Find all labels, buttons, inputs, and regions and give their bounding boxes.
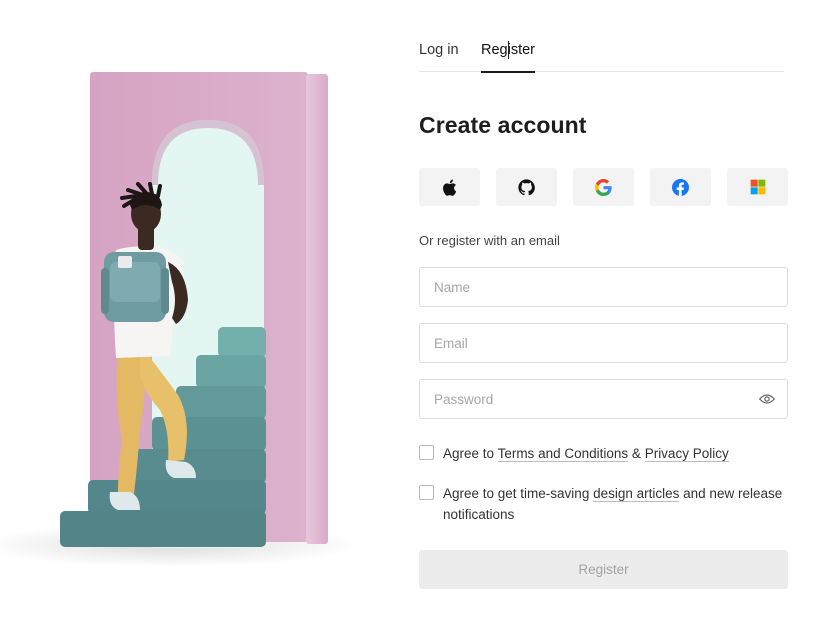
facebook-icon bbox=[672, 178, 689, 196]
newsletter-agreement-text: Agree to get time-saving design articles… bbox=[443, 483, 789, 525]
github-signin-button[interactable] bbox=[496, 168, 557, 206]
design-articles-link[interactable]: design articles bbox=[593, 486, 680, 502]
newsletter-prefix-text: Agree to get time-saving bbox=[443, 486, 590, 501]
microsoft-signin-button[interactable] bbox=[727, 168, 788, 206]
tab-login[interactable]: Log in bbox=[419, 42, 459, 72]
name-input[interactable] bbox=[420, 268, 787, 306]
github-icon bbox=[518, 178, 535, 195]
apple-signin-button[interactable] bbox=[419, 168, 480, 206]
password-field bbox=[419, 379, 788, 419]
facebook-signin-button[interactable] bbox=[650, 168, 711, 206]
terms-agreement-row: Agree to Terms and Conditions & Privacy … bbox=[419, 443, 789, 464]
terms-prefix-text: Agree to bbox=[443, 446, 495, 461]
privacy-policy-link[interactable]: Privacy Policy bbox=[644, 446, 729, 462]
newsletter-checkbox[interactable] bbox=[419, 485, 434, 500]
apple-icon bbox=[443, 179, 457, 196]
email-field bbox=[419, 323, 788, 363]
text-cursor bbox=[508, 41, 509, 59]
email-register-caption: Or register with an email bbox=[419, 233, 560, 248]
show-password-icon[interactable] bbox=[758, 392, 776, 411]
ampersand-text: & bbox=[631, 446, 641, 461]
microsoft-icon bbox=[750, 179, 765, 195]
arch-stairs-illustration bbox=[0, 72, 360, 567]
terms-link[interactable]: Terms and Conditions bbox=[497, 446, 629, 462]
newsletter-agreement-row: Agree to get time-saving design articles… bbox=[419, 483, 789, 525]
page-title: Create account bbox=[419, 112, 587, 138]
email-input[interactable] bbox=[420, 324, 787, 362]
terms-agreement-text: Agree to Terms and Conditions & Privacy … bbox=[443, 443, 729, 464]
terms-checkbox[interactable] bbox=[419, 445, 434, 460]
google-icon bbox=[595, 178, 612, 196]
google-signin-button[interactable] bbox=[573, 168, 634, 206]
password-input[interactable] bbox=[420, 380, 787, 418]
name-field bbox=[419, 267, 788, 307]
register-button[interactable]: Register bbox=[419, 550, 788, 589]
hero-illustration bbox=[0, 0, 380, 631]
auth-tabs: Log in Register bbox=[419, 40, 784, 73]
